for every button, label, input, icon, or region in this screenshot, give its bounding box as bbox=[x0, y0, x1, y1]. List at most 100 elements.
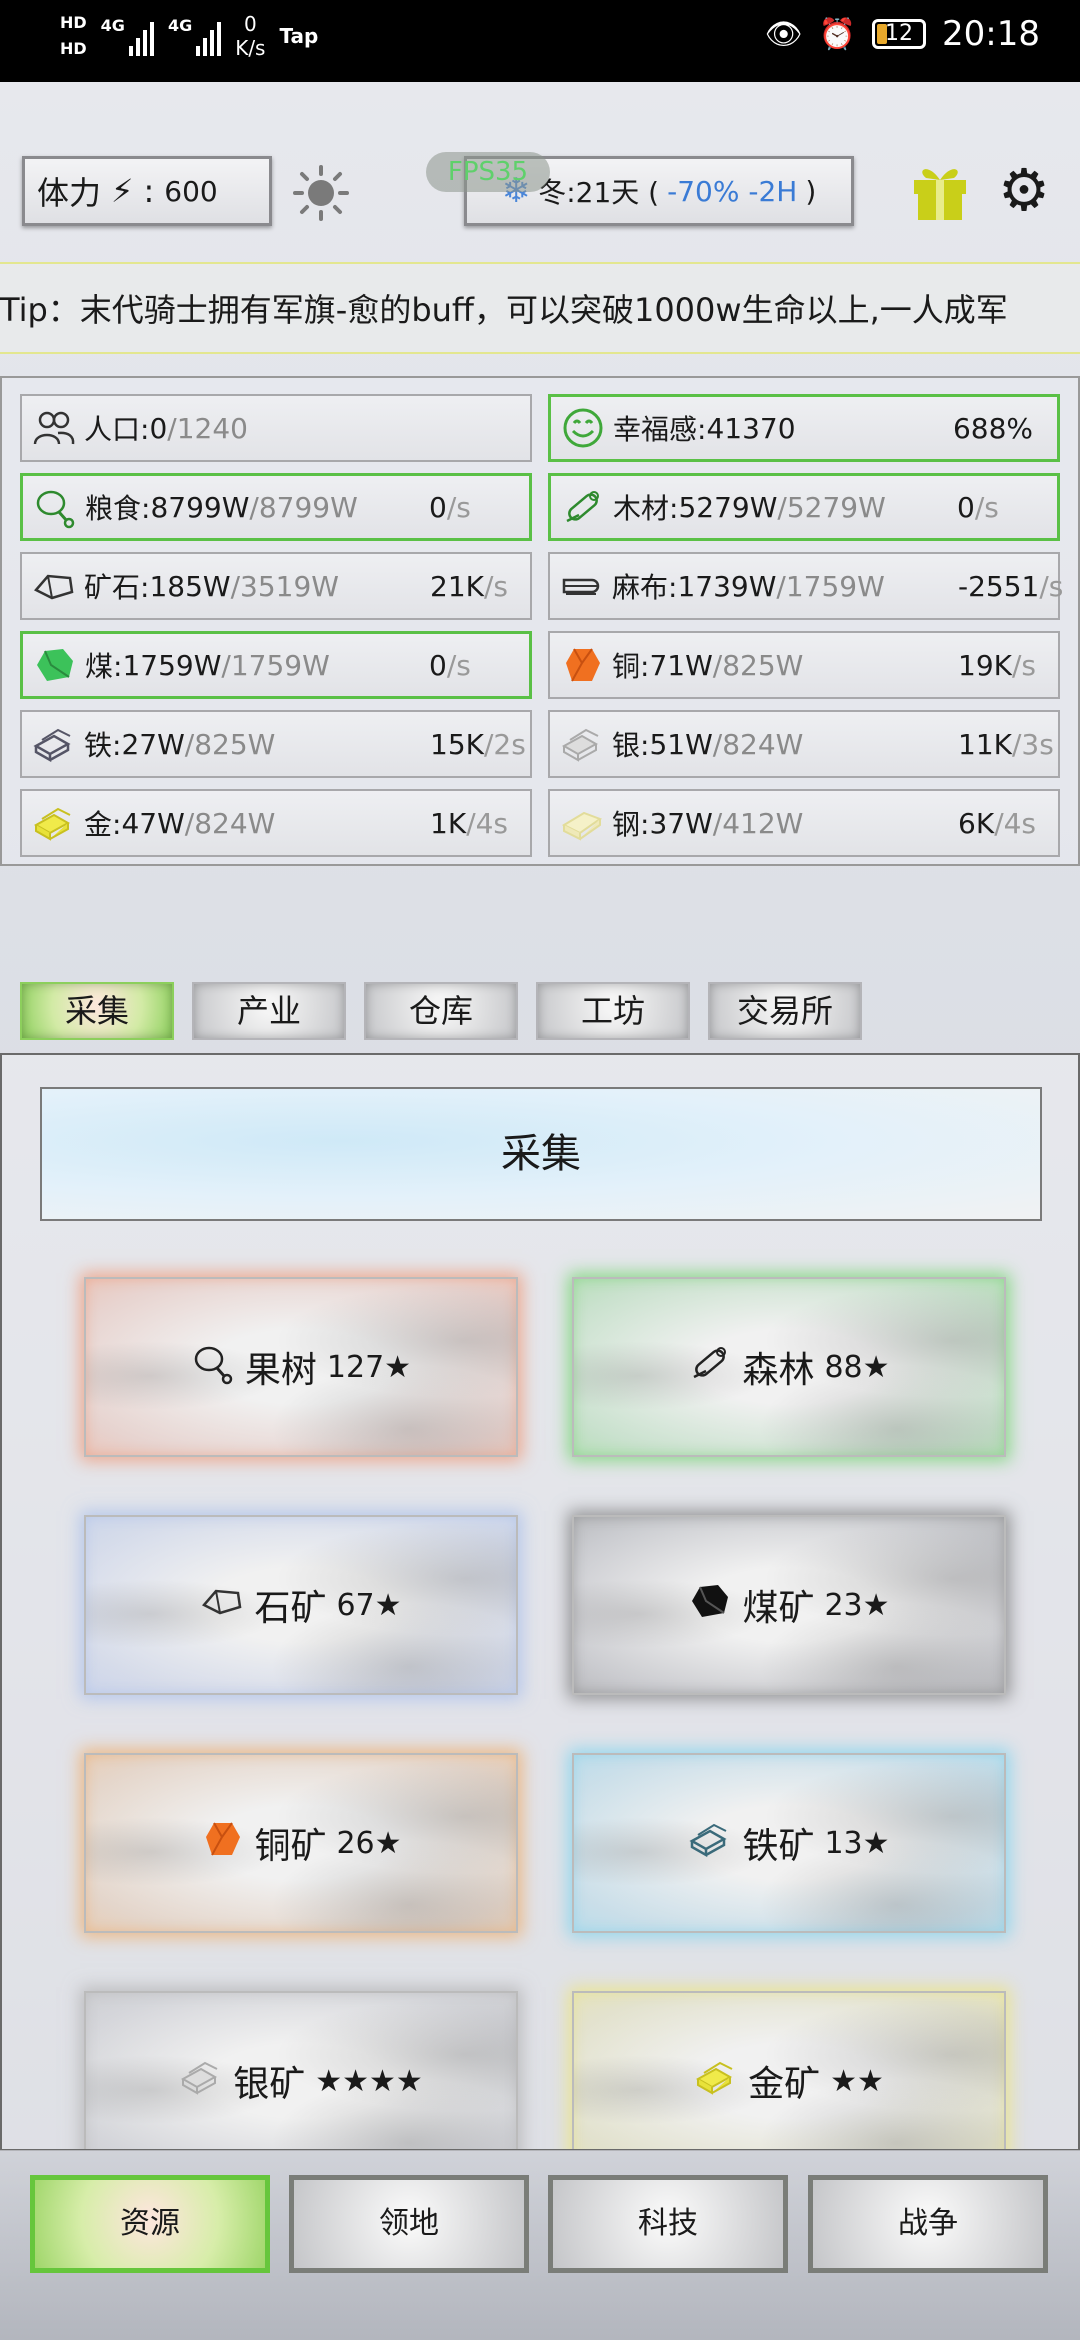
battery-icon: 12 bbox=[872, 19, 927, 49]
gift-icon[interactable] bbox=[910, 158, 970, 222]
resource-name: 银: bbox=[612, 729, 650, 762]
tab-workshop[interactable]: 工坊 bbox=[536, 982, 690, 1040]
card-label: 果树 bbox=[244, 1350, 317, 1391]
tab-collect[interactable]: 采集 bbox=[20, 982, 174, 1040]
resource-max: /1240 bbox=[167, 411, 248, 445]
bottom-nav: 资源 领地 科技 战争 bbox=[0, 2150, 1080, 2340]
resource-name: 铜: bbox=[612, 650, 650, 683]
resource-rate: 11K/3s bbox=[958, 727, 1054, 761]
stamina-display: 体力 ⚡ : 600 bbox=[22, 156, 272, 226]
resource-name: 麻布: bbox=[612, 571, 678, 604]
resource-row: 银: 51W/824W 11K/3s bbox=[548, 710, 1060, 778]
resource-rate: -2551/s bbox=[958, 569, 1064, 603]
resource-rate: 19K/s bbox=[958, 648, 1037, 682]
content-title: 采集 bbox=[40, 1087, 1042, 1221]
gold-icon bbox=[694, 2055, 738, 2108]
resource-row: 铁: 27W/825W 15K/2s bbox=[20, 710, 532, 778]
resource-max: /824W bbox=[184, 806, 276, 840]
hd-indicator: HD HD bbox=[60, 13, 87, 58]
eye-icon: 👁 bbox=[764, 16, 803, 52]
resource-name: 金: bbox=[84, 808, 122, 841]
wood-icon bbox=[688, 1341, 732, 1394]
resource-name: 煤: bbox=[85, 650, 123, 683]
resource-max: /3519W bbox=[230, 569, 339, 603]
resource-current: 0 bbox=[149, 411, 168, 445]
tab-warehouse[interactable]: 仓库 bbox=[364, 982, 518, 1040]
coal-icon bbox=[33, 643, 77, 687]
resource-name: 人口: bbox=[84, 413, 150, 446]
card-label: 铜矿 bbox=[254, 1826, 327, 1867]
resource-rate: 0/s bbox=[429, 490, 471, 524]
resource-row: 幸福感: 41370 688% bbox=[548, 394, 1060, 462]
card-label: 煤矿 bbox=[742, 1588, 815, 1629]
tab-exchange[interactable]: 交易所 bbox=[708, 982, 862, 1040]
tab-industry[interactable]: 产业 bbox=[192, 982, 346, 1040]
iron-icon bbox=[688, 1817, 732, 1870]
content-panel: 采集 果树 127★ 森林 88★ 石矿 67★ 煤矿 23★ 铜矿 26★ 铁矿 13★ 银矿 ★★★★… bbox=[0, 1053, 1080, 2151]
alarm-icon: ⏰ bbox=[818, 16, 857, 52]
card-stars: 23★ bbox=[824, 1587, 890, 1623]
resource-max: /5279W bbox=[777, 490, 886, 524]
card-stars: ★★★★ bbox=[315, 2063, 423, 2099]
card-label: 银矿 bbox=[233, 2064, 306, 2105]
resource-row: 煤: 1759W/1759W 0/s bbox=[20, 631, 532, 699]
resource-current: 185W bbox=[149, 569, 231, 603]
card-stars: 127★ bbox=[326, 1349, 412, 1385]
iron-icon bbox=[32, 722, 76, 766]
gather-card[interactable]: 铁矿 13★ bbox=[572, 1753, 1006, 1933]
card-stars: 26★ bbox=[336, 1825, 402, 1861]
sun-icon[interactable] bbox=[292, 164, 350, 222]
resource-current: 8799W bbox=[150, 490, 250, 524]
signal-icon: 4G bbox=[168, 16, 222, 56]
nav-tech[interactable]: 科技 bbox=[548, 2175, 788, 2273]
card-stars: ★★ bbox=[830, 2063, 884, 2099]
gather-card[interactable]: 石矿 67★ bbox=[84, 1515, 518, 1695]
card-label: 森林 bbox=[742, 1350, 815, 1391]
gather-card[interactable]: 果树 127★ bbox=[84, 1277, 518, 1457]
resource-current: 1759W bbox=[122, 648, 222, 682]
resource-rate: 0/s bbox=[957, 490, 999, 524]
resource-panel: 人口: 0/1240 幸福感: 41370 688% 粮食: 8799W/8799W 0/s 木… bbox=[0, 376, 1080, 866]
resource-name: 粮食: bbox=[85, 492, 151, 525]
steel-icon bbox=[560, 801, 604, 845]
resource-rate: 6K/4s bbox=[958, 806, 1037, 840]
smile-icon bbox=[561, 406, 605, 450]
status-bar: HD HD 4G 4G 0 K/s Tap 👁 ⏰ 12 20:18 bbox=[0, 0, 1080, 82]
resource-current: 71W bbox=[649, 648, 713, 682]
copper-icon bbox=[560, 643, 604, 687]
resource-name: 钢: bbox=[612, 808, 650, 841]
resource-rate: 21K/s bbox=[430, 569, 509, 603]
resource-current: 37W bbox=[649, 806, 713, 840]
resource-rate: 0/s bbox=[429, 648, 471, 682]
nav-war[interactable]: 战争 bbox=[808, 2175, 1048, 2273]
signal-icon: 4G bbox=[101, 16, 154, 56]
silver-icon bbox=[560, 722, 604, 766]
fps-counter: FPS35 bbox=[426, 152, 550, 192]
gather-card[interactable]: 铜矿 26★ bbox=[84, 1753, 518, 1933]
gather-card[interactable]: 银矿 ★★★★ bbox=[84, 1991, 518, 2149]
gather-card[interactable]: 金矿 ★★ bbox=[572, 1991, 1006, 2149]
clock: 20:18 bbox=[942, 14, 1040, 54]
resource-max: /824W bbox=[712, 727, 804, 761]
gather-card[interactable]: 森林 88★ bbox=[572, 1277, 1006, 1457]
gold-icon bbox=[32, 801, 76, 845]
nav-territory[interactable]: 领地 bbox=[289, 2175, 529, 2273]
people-icon bbox=[32, 406, 76, 450]
resource-row: 麻布: 1739W/1759W -2551/s bbox=[548, 552, 1064, 620]
gather-card[interactable]: 煤矿 23★ bbox=[572, 1515, 1006, 1695]
resource-max: /412W bbox=[712, 806, 804, 840]
card-stars: 13★ bbox=[824, 1825, 890, 1861]
ore-icon bbox=[32, 564, 76, 608]
nav-resources[interactable]: 资源 bbox=[30, 2175, 270, 2273]
resource-current: 41370 bbox=[706, 411, 796, 445]
wood-icon bbox=[561, 485, 605, 529]
resource-current: 51W bbox=[649, 727, 713, 761]
card-stars: 67★ bbox=[336, 1587, 402, 1623]
resource-name: 矿石: bbox=[84, 571, 150, 604]
gear-icon[interactable]: ⚙ bbox=[994, 160, 1054, 220]
resource-row: 金: 47W/824W 1K/4s bbox=[20, 789, 532, 857]
resource-row: 铜: 71W/825W 19K/s bbox=[548, 631, 1060, 699]
resource-max: /8799W bbox=[249, 490, 358, 524]
net-speed: 0 K/s bbox=[235, 12, 266, 60]
card-label: 铁矿 bbox=[742, 1826, 815, 1867]
